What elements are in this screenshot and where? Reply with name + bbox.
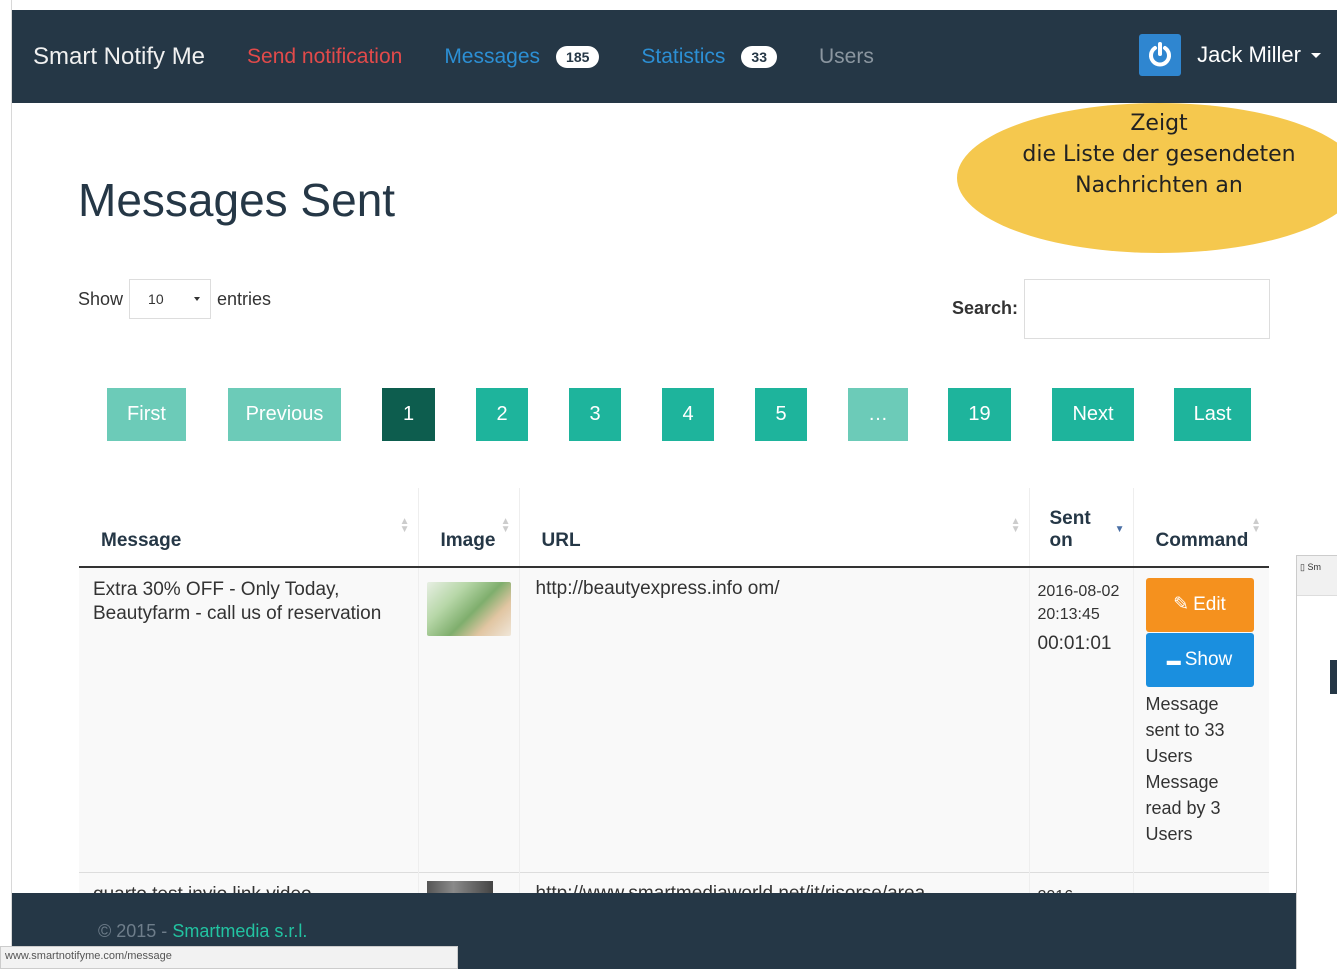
sent-to-text: Message sent to 33 Users xyxy=(1145,694,1225,766)
top-navbar: Smart Notify Me Send notification Messag… xyxy=(12,10,1337,103)
sort-icon: ▲ ▼ xyxy=(1010,516,1021,535)
column-header-url-label: URL xyxy=(541,530,581,551)
pagination-next[interactable]: Next xyxy=(1052,388,1134,441)
pagination-ellipsis: … xyxy=(848,388,908,441)
sort-icon: ▲ ▼ xyxy=(399,516,410,535)
window-edge xyxy=(0,0,12,969)
edit-button[interactable]: ✎ Edit xyxy=(1145,578,1254,632)
status-bar-url: www.smartnotifyme.com/message xyxy=(0,946,458,969)
sent-duration: 00:01:01 xyxy=(1037,633,1112,654)
column-header-sent-label-1: Sent xyxy=(1049,508,1091,529)
sent-date: 2016-08-02 xyxy=(1037,583,1120,600)
show-button[interactable]: ▬ Show xyxy=(1145,633,1254,687)
brand-logo[interactable]: Smart Notify Me xyxy=(33,43,205,71)
sort-icon: ▲ ▼ xyxy=(1251,516,1261,535)
monitor-icon: ▬ xyxy=(1166,652,1181,668)
copyright-text: © 2015 - xyxy=(98,921,173,941)
pagination-page-4[interactable]: 4 xyxy=(662,388,714,441)
sent-on-cell: 2016-08-02 20:13:45 00:01:01 xyxy=(1028,566,1133,872)
message-image-thumbnail[interactable] xyxy=(426,880,493,893)
messages-table: Message ▲ ▼ Image ▲ ▼ URL ▲ ▼ Sent on ▼ C xyxy=(79,488,1269,893)
image-cell xyxy=(417,871,519,893)
entries-select[interactable]: 10 xyxy=(129,279,212,319)
url-cell: http://beautyexpress.info om/ xyxy=(518,566,1029,872)
callout-line-1: Zeigt xyxy=(1130,111,1188,136)
chevron-down-icon xyxy=(1311,52,1321,58)
pagination-first[interactable]: First xyxy=(107,388,186,441)
pagination-last[interactable]: Last xyxy=(1174,388,1251,441)
nav-messages[interactable]: Messages 185 xyxy=(444,44,600,69)
column-header-url[interactable]: URL ▲ ▼ xyxy=(518,488,1029,568)
callout-line-3: Nachrichten an xyxy=(1075,173,1243,198)
document-icon: ▯ xyxy=(1300,562,1305,572)
overlapping-window: ▯ Sm xyxy=(1296,555,1337,969)
message-cell: quarto test invio link video xyxy=(79,871,418,893)
entries-label: entries xyxy=(217,288,272,309)
power-icon[interactable] xyxy=(1139,34,1182,76)
nav-users[interactable]: Users xyxy=(819,45,874,69)
message-image-thumbnail[interactable] xyxy=(426,582,511,636)
user-menu[interactable]: Jack Miller xyxy=(1139,34,1321,76)
caret-down-icon xyxy=(194,297,201,301)
overlapping-window-tab-label: Sm xyxy=(1307,562,1321,572)
pagination-page-5[interactable]: 5 xyxy=(755,388,807,441)
command-cell: ✎ Edit ▬ Show Message sent to 33 Users M… xyxy=(1132,566,1269,872)
column-header-sent-on[interactable]: Sent on ▼ xyxy=(1028,488,1133,568)
callout-line-2: die Liste der gesendeten xyxy=(1022,142,1296,167)
pagination-page-3[interactable]: 3 xyxy=(569,388,621,441)
edit-button-label: Edit xyxy=(1193,594,1226,615)
entries-length-control: Show 10 entries xyxy=(78,279,271,319)
messages-count-badge: 185 xyxy=(556,45,600,68)
footer-copyright: © 2015 - Smartmedia s.r.l. xyxy=(98,921,307,942)
nav-send-notification[interactable]: Send notification xyxy=(247,45,402,69)
overlapping-window-header xyxy=(1330,660,1337,694)
column-header-command[interactable]: Command ▲ ▼ xyxy=(1132,488,1269,568)
nav-statistics-label: Statistics xyxy=(641,44,726,68)
pagination-page-1[interactable]: 1 xyxy=(382,388,435,441)
pagination-page-19[interactable]: 19 xyxy=(948,388,1011,441)
command-cell xyxy=(1132,871,1269,893)
nav-statistics[interactable]: Statistics 33 xyxy=(641,45,777,69)
table-row: quarto test invio link video http://www.… xyxy=(79,871,1269,893)
column-header-image[interactable]: Image ▲ ▼ xyxy=(417,488,519,568)
nav-messages-label: Messages xyxy=(444,44,541,68)
sort-desc-icon: ▼ xyxy=(1114,524,1125,535)
search-input[interactable] xyxy=(1024,279,1270,339)
search-label: Search: xyxy=(952,298,1019,318)
image-cell xyxy=(417,566,519,872)
pagination-previous[interactable]: Previous xyxy=(228,388,341,441)
sent-time: 20:13:45 xyxy=(1037,606,1100,623)
messages-table-wrapper: Message ▲ ▼ Image ▲ ▼ URL ▲ ▼ Sent on ▼ C xyxy=(79,488,1269,893)
column-header-image-label: Image xyxy=(440,530,496,551)
company-link[interactable]: Smartmedia s.r.l. xyxy=(172,921,307,941)
pagination-page-2[interactable]: 2 xyxy=(476,388,528,441)
url-cell: http://www.smartmediaworld.net/it/risors… xyxy=(518,871,1029,893)
sent-on-cell: 2016- xyxy=(1028,871,1133,893)
table-header-row: Message ▲ ▼ Image ▲ ▼ URL ▲ ▼ Sent on ▼ C xyxy=(79,488,1269,568)
show-button-label: Show xyxy=(1184,649,1233,670)
annotation-callout: Zeigt die Liste der gesendeten Nachricht… xyxy=(957,103,1337,253)
column-header-message-label: Message xyxy=(101,530,182,551)
statistics-count-badge: 33 xyxy=(741,45,777,68)
column-header-message[interactable]: Message ▲ ▼ xyxy=(79,488,418,568)
user-name: Jack Miller xyxy=(1197,42,1301,67)
table-row: Extra 30% OFF - Only Today, Beautyfarm -… xyxy=(79,566,1269,872)
message-cell: Extra 30% OFF - Only Today, Beautyfarm -… xyxy=(79,566,418,872)
edit-icon: ✎ xyxy=(1173,594,1190,615)
read-by-text: Message read by 3 Users xyxy=(1145,772,1221,844)
page-title: Messages Sent xyxy=(78,174,396,226)
column-header-command-label: Command xyxy=(1155,530,1249,551)
sort-icon: ▲ ▼ xyxy=(500,516,511,535)
overlapping-window-tab[interactable]: ▯ Sm xyxy=(1297,556,1337,596)
show-label: Show xyxy=(78,288,124,309)
entries-select-value: 10 xyxy=(148,291,164,307)
column-header-sent-label-2: on xyxy=(1049,530,1073,551)
